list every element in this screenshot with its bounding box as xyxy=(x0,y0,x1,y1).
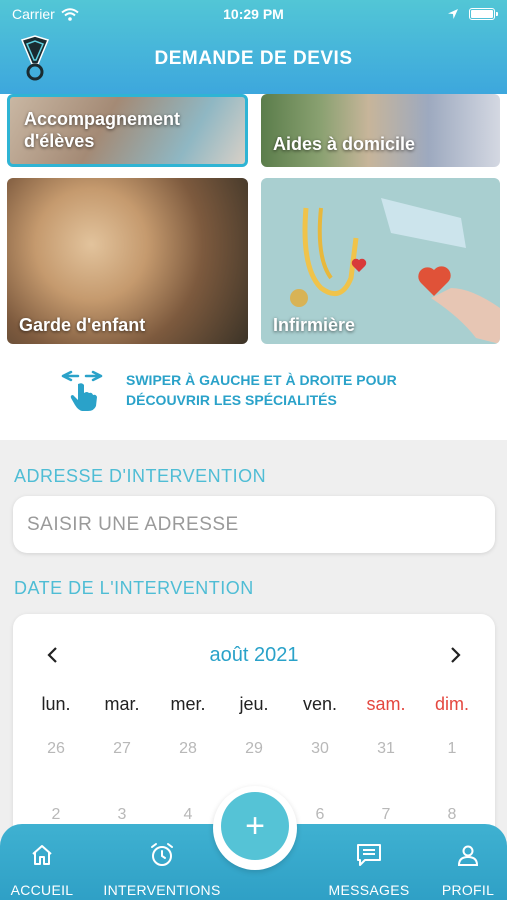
battery-icon xyxy=(469,8,498,20)
calendar-day[interactable]: 27 xyxy=(89,740,155,758)
alarm-clock-icon xyxy=(151,843,173,866)
status-bar: Carrier 10:29 PM xyxy=(0,0,507,28)
service-card-garde-enfant[interactable]: Garde d'enfant xyxy=(7,178,248,344)
calendar-day[interactable]: 2 xyxy=(23,806,89,824)
address-label: ADRESSE D'INTERVENTION xyxy=(14,466,267,486)
tab-profil[interactable]: PROFIL xyxy=(436,824,500,900)
calendar-next-button[interactable] xyxy=(441,640,471,670)
tab-label: INTERVENTIONS xyxy=(103,882,221,898)
message-icon xyxy=(357,844,381,866)
calendar-day[interactable]: 7 xyxy=(353,806,419,824)
weekday-label: dim. xyxy=(434,694,469,714)
wifi-icon xyxy=(61,7,79,21)
address-input[interactable] xyxy=(13,496,495,553)
service-card-label: Garde d'enfant xyxy=(19,315,146,335)
weekday-label: lun. xyxy=(41,694,71,714)
service-card-aides-domicile[interactable]: Aides à domicile xyxy=(261,94,500,167)
swipe-hint-line1: SWIPER À GAUCHE ET À DROITE POUR xyxy=(126,372,397,388)
user-icon xyxy=(457,845,479,866)
chevron-right-icon xyxy=(451,647,461,663)
tab-messages[interactable]: MESSAGES xyxy=(326,824,412,900)
tab-label: MESSAGES xyxy=(328,882,410,898)
calendar-day[interactable]: 4 xyxy=(155,806,221,824)
calendar-month: août 2021 xyxy=(209,644,299,666)
service-card-accompagnement[interactable]: Accompagnement d'élèves xyxy=(7,94,248,167)
services-carousel[interactable]: Accompagnement d'élèves Aides à domicile… xyxy=(0,94,507,440)
service-card-label: Accompagnement d'élèves xyxy=(24,109,181,151)
weekday-label: ven. xyxy=(302,694,338,714)
page-title: DEMANDE DE DEVIS xyxy=(154,48,353,69)
weekday-label: mar. xyxy=(104,694,140,714)
carrier-label: Carrier xyxy=(12,6,55,22)
tab-interventions[interactable]: INTERVENTIONS xyxy=(100,824,224,900)
status-time: 10:29 PM xyxy=(223,6,284,22)
weekday-label: jeu. xyxy=(239,694,269,714)
tab-accueil[interactable]: ACCUEIL xyxy=(4,824,80,900)
tab-label: ACCUEIL xyxy=(10,882,74,898)
service-card-infirmiere[interactable]: Infirmière xyxy=(261,178,500,344)
swipe-hint: SWIPER À GAUCHE ET À DROITE POUR DÉCOUVR… xyxy=(60,362,480,418)
date-label: DATE DE L'INTERVENTION xyxy=(14,578,254,598)
calendar-day[interactable]: 8 xyxy=(419,806,485,824)
calendar-week: 26 27 28 29 30 31 1 xyxy=(23,740,485,758)
calendar-day[interactable]: 1 xyxy=(419,740,485,758)
calendar-day[interactable]: 6 xyxy=(287,806,353,824)
service-card-label: Aides à domicile xyxy=(273,134,416,154)
location-arrow-icon xyxy=(448,9,458,19)
calendar-day[interactable]: 30 xyxy=(287,740,353,758)
tab-label: PROFIL xyxy=(441,882,495,898)
calendar-day[interactable]: 28 xyxy=(155,740,221,758)
home-icon xyxy=(32,845,52,865)
service-card-label: Infirmière xyxy=(273,315,356,335)
weekday-label: mer. xyxy=(170,694,206,714)
add-request-button[interactable]: + xyxy=(221,792,289,860)
calendar-weekdays: lun. mar. mer. jeu. ven. sam. dim. xyxy=(23,694,485,715)
calendar-day[interactable]: 3 xyxy=(89,806,155,824)
swipe-hand-icon xyxy=(61,370,103,411)
weekday-label: sam. xyxy=(366,694,406,714)
calendar-day[interactable]: 26 xyxy=(23,740,89,758)
calendar-day[interactable]: 31 xyxy=(353,740,419,758)
swipe-hint-line2: DÉCOUVRIR LES SPÉCIALITÉS xyxy=(126,392,337,408)
calendar-day[interactable]: 29 xyxy=(221,740,287,758)
